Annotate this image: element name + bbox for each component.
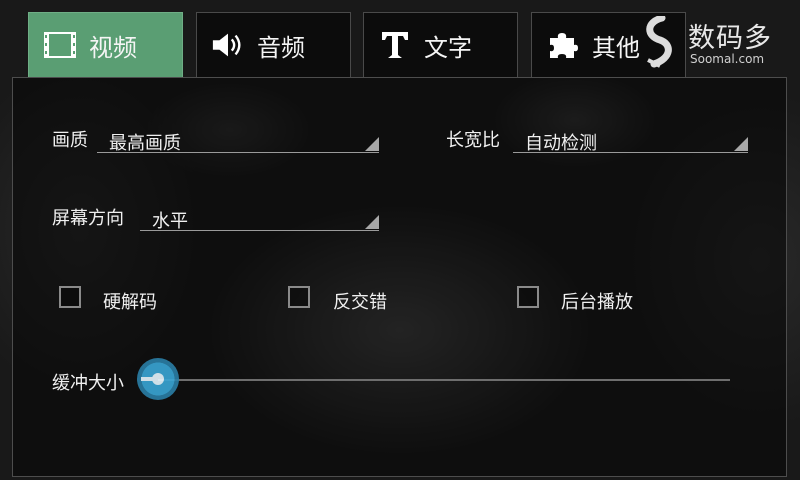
deinterlace-label: 反交错 — [333, 292, 387, 313]
slider-handle-icon — [152, 373, 164, 385]
tab-text[interactable]: 文字 — [363, 12, 518, 77]
aspect-ratio-value: 自动检测 — [525, 133, 597, 154]
tab-audio[interactable]: 音频 — [196, 12, 351, 77]
hw-decode-label: 硬解码 — [103, 292, 157, 313]
quality-value: 最高画质 — [109, 133, 181, 154]
quality-label: 画质 — [52, 130, 88, 151]
orientation-value: 水平 — [152, 211, 188, 232]
puzzle-icon — [546, 30, 580, 60]
watermark-title: 数码多 — [688, 23, 772, 54]
background-play-checkbox[interactable] — [517, 286, 539, 308]
buffer-size-label: 缓冲大小 — [52, 373, 124, 394]
dropdown-arrow-icon — [365, 215, 379, 229]
tab-label: 文字 — [424, 33, 472, 62]
tab-video[interactable]: 视频 — [28, 12, 183, 77]
tab-label: 视频 — [89, 33, 137, 62]
text-t-icon — [378, 30, 412, 60]
tab-label: 其他 — [592, 33, 640, 62]
orientation-label: 屏幕方向 — [52, 208, 124, 229]
tab-label: 音频 — [257, 33, 305, 62]
soomal-logo-icon — [646, 16, 672, 68]
aspect-ratio-dropdown[interactable]: 自动检测 — [513, 129, 748, 154]
aspect-ratio-label: 长宽比 — [446, 130, 500, 151]
speaker-icon — [211, 30, 245, 60]
dropdown-arrow-icon — [734, 137, 748, 151]
buffer-size-slider-track[interactable] — [158, 379, 730, 381]
buffer-size-slider-thumb[interactable] — [137, 358, 179, 400]
watermark-subtitle: Soomal.com — [690, 52, 765, 66]
soomal-watermark: 数码多 Soomal.com — [640, 14, 790, 69]
quality-dropdown[interactable]: 最高画质 — [97, 129, 379, 154]
film-icon — [43, 30, 77, 60]
hw-decode-checkbox[interactable] — [59, 286, 81, 308]
deinterlace-checkbox[interactable] — [288, 286, 310, 308]
background-play-label: 后台播放 — [561, 292, 633, 313]
dropdown-arrow-icon — [365, 137, 379, 151]
orientation-dropdown[interactable]: 水平 — [140, 207, 379, 232]
